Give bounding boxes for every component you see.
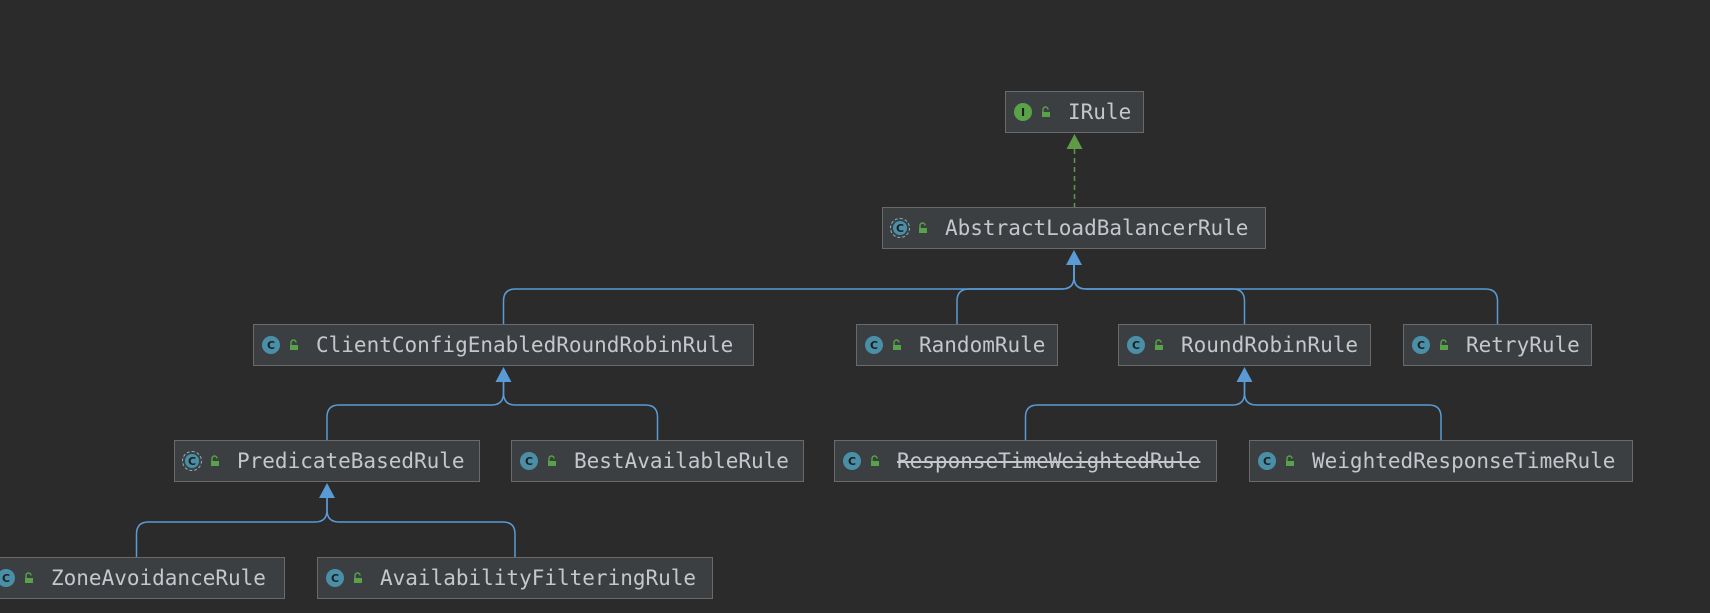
- extends-edge-best-available-rule: [502, 382, 659, 440]
- abstract-class-icon: C: [890, 218, 910, 238]
- class-icon: C: [865, 336, 883, 354]
- public-lock-icon: [548, 455, 556, 466]
- node-round-robin-rule[interactable]: C RoundRobinRule: [1118, 324, 1371, 366]
- class-icon: C: [326, 569, 344, 587]
- extends-edge-round-robin-rule: [1073, 265, 1246, 324]
- node-label: ClientConfigEnabledRoundRobinRule: [316, 333, 734, 357]
- extends-edge-weighted-response-time-rule: [1243, 382, 1442, 440]
- extends-arrowhead: [1066, 250, 1082, 265]
- diagram-edges: [135, 134, 1499, 557]
- node-client-config-enabled-round-robin-rule[interactable]: C ClientConfigEnabledRoundRobinRule: [253, 324, 754, 366]
- extends-arrowhead: [495, 367, 512, 382]
- node-abstract-load-balancer-rule[interactable]: C AbstractLoadBalancerRule: [882, 207, 1266, 249]
- node-label: PredicateBasedRule: [237, 449, 465, 473]
- extends-edge-zone-avoidance-rule: [135, 498, 328, 557]
- class-icon: C: [1412, 336, 1430, 354]
- public-lock-icon: [354, 572, 362, 583]
- node-label: RetryRule: [1466, 333, 1580, 357]
- interface-icon: I: [1014, 103, 1032, 121]
- node-label: RandomRule: [919, 333, 1046, 357]
- public-lock-icon: [1042, 106, 1050, 117]
- node-label: ResponseTimeWeightedRule: [897, 449, 1201, 473]
- node-label: BestAvailableRule: [574, 449, 789, 473]
- public-lock-icon: [893, 339, 901, 350]
- extends-edge-client-config-enabled-round-robin-rule: [502, 265, 1075, 324]
- class-icon: C: [843, 452, 861, 470]
- node-predicate-based-rule[interactable]: C PredicateBasedRule: [174, 440, 480, 482]
- class-icon: C: [262, 336, 280, 354]
- node-label: AvailabilityFilteringRule: [380, 566, 697, 590]
- node-weighted-response-time-rule[interactable]: C WeightedResponseTimeRule: [1249, 440, 1633, 482]
- node-response-time-weighted-rule[interactable]: C ResponseTimeWeightedRule: [834, 440, 1217, 482]
- class-icon: C: [520, 452, 538, 470]
- extends-edge-predicate-based-rule: [326, 382, 505, 440]
- node-label: RoundRobinRule: [1181, 333, 1359, 357]
- node-availability-filtering-rule[interactable]: C AvailabilityFilteringRule: [317, 557, 713, 599]
- extends-edge-random-rule: [956, 265, 1075, 324]
- node-label: WeightedResponseTimeRule: [1312, 449, 1616, 473]
- implements-arrowhead: [1066, 134, 1083, 149]
- extends-edge-response-time-weighted-rule: [1024, 382, 1246, 440]
- public-lock-icon: [290, 339, 298, 350]
- public-lock-icon: [1440, 339, 1448, 350]
- node-random-rule[interactable]: C RandomRule: [856, 324, 1058, 366]
- extends-arrowhead: [1236, 367, 1253, 382]
- class-icon: C: [1127, 336, 1145, 354]
- extends-arrowhead: [319, 483, 335, 498]
- public-lock-icon: [1155, 339, 1163, 350]
- node-label: ZoneAvoidanceRule: [51, 566, 266, 590]
- public-lock-icon: [1286, 455, 1294, 466]
- node-zone-avoidance-rule[interactable]: C ZoneAvoidanceRule: [0, 557, 285, 599]
- class-icon: C: [0, 569, 15, 587]
- node-irule[interactable]: I IRule: [1005, 91, 1144, 133]
- abstract-class-icon: C: [182, 451, 202, 471]
- public-lock-icon: [25, 572, 33, 583]
- public-lock-icon: [211, 455, 219, 466]
- node-best-available-rule[interactable]: C BestAvailableRule: [511, 440, 804, 482]
- node-label: IRule: [1068, 100, 1132, 124]
- node-retry-rule[interactable]: C RetryRule: [1403, 324, 1592, 366]
- public-lock-icon: [919, 222, 927, 233]
- extends-edge-retry-rule: [1073, 265, 1499, 324]
- public-lock-icon: [871, 455, 879, 466]
- class-icon: C: [1258, 452, 1276, 470]
- extends-edge-availability-filtering-rule: [326, 498, 516, 557]
- node-label: AbstractLoadBalancerRule: [945, 216, 1249, 240]
